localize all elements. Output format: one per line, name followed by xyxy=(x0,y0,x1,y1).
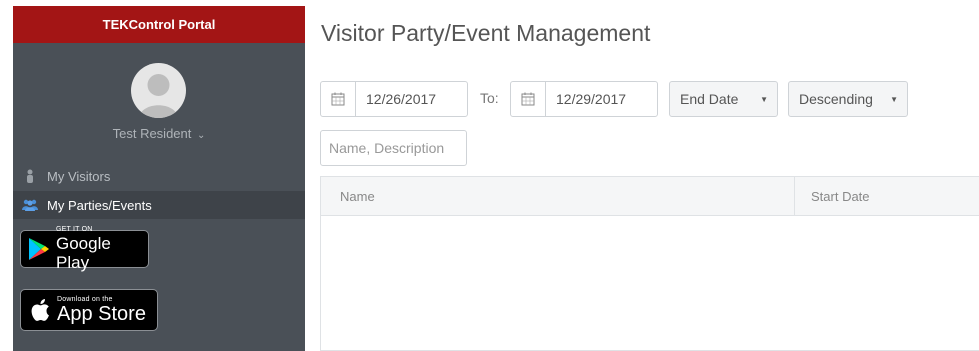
page-title: Visitor Party/Event Management xyxy=(321,20,651,46)
avatar[interactable] xyxy=(131,63,186,118)
google-play-icon xyxy=(28,237,50,261)
caret-down-icon: ▼ xyxy=(890,94,898,104)
nav-label: My Parties/Events xyxy=(47,197,152,213)
badge-big-text: App Store xyxy=(57,302,146,325)
search-input[interactable]: Name, Description xyxy=(320,130,467,166)
calendar-icon[interactable] xyxy=(321,82,356,116)
grid-header: Name Start Date xyxy=(321,177,979,216)
sidebar: TEKControl Portal Test Resident ⌄ My Vis… xyxy=(13,6,305,351)
column-header-start-date[interactable]: Start Date xyxy=(811,189,870,204)
calendar-icon[interactable] xyxy=(511,82,546,116)
nav-item-my-parties-events[interactable]: My Parties/Events xyxy=(13,191,305,219)
to-date-value: 12/29/2017 xyxy=(556,91,627,107)
sort-order-select[interactable]: Descending ▼ xyxy=(788,81,908,117)
user-silhouette-icon xyxy=(139,74,178,118)
to-label: To: xyxy=(480,90,499,106)
events-grid: Name Start Date xyxy=(320,176,979,351)
search-placeholder: Name, Description xyxy=(329,140,445,156)
nav-item-my-visitors[interactable]: My Visitors xyxy=(13,162,305,190)
nav-label: My Visitors xyxy=(47,168,111,184)
user-menu[interactable]: Test Resident ⌄ xyxy=(13,126,305,141)
person-icon xyxy=(13,169,47,183)
from-date-field[interactable]: 12/26/2017 xyxy=(320,81,468,117)
column-header-name[interactable]: Name xyxy=(340,189,375,204)
from-date-value: 12/26/2017 xyxy=(366,91,437,107)
google-play-badge[interactable]: GET IT ON Google Play xyxy=(20,226,149,272)
user-name: Test Resident xyxy=(112,126,192,141)
app-store-badge[interactable]: Download on the App Store xyxy=(20,289,158,331)
caret-down-icon: ▼ xyxy=(760,94,768,104)
column-divider[interactable] xyxy=(794,177,795,216)
chevron-down-icon: ⌄ xyxy=(197,130,206,141)
to-date-field[interactable]: 12/29/2017 xyxy=(510,81,658,117)
sort-field-value: End Date xyxy=(680,91,739,107)
sort-order-value: Descending xyxy=(799,91,873,107)
apple-icon xyxy=(30,298,50,322)
badge-small-text: GET IT ON xyxy=(56,226,93,233)
sort-field-select[interactable]: End Date ▼ xyxy=(669,81,778,117)
brand-title[interactable]: TEKControl Portal xyxy=(13,6,305,43)
group-icon xyxy=(13,199,47,211)
badge-big-text: Google Play xyxy=(56,234,111,272)
